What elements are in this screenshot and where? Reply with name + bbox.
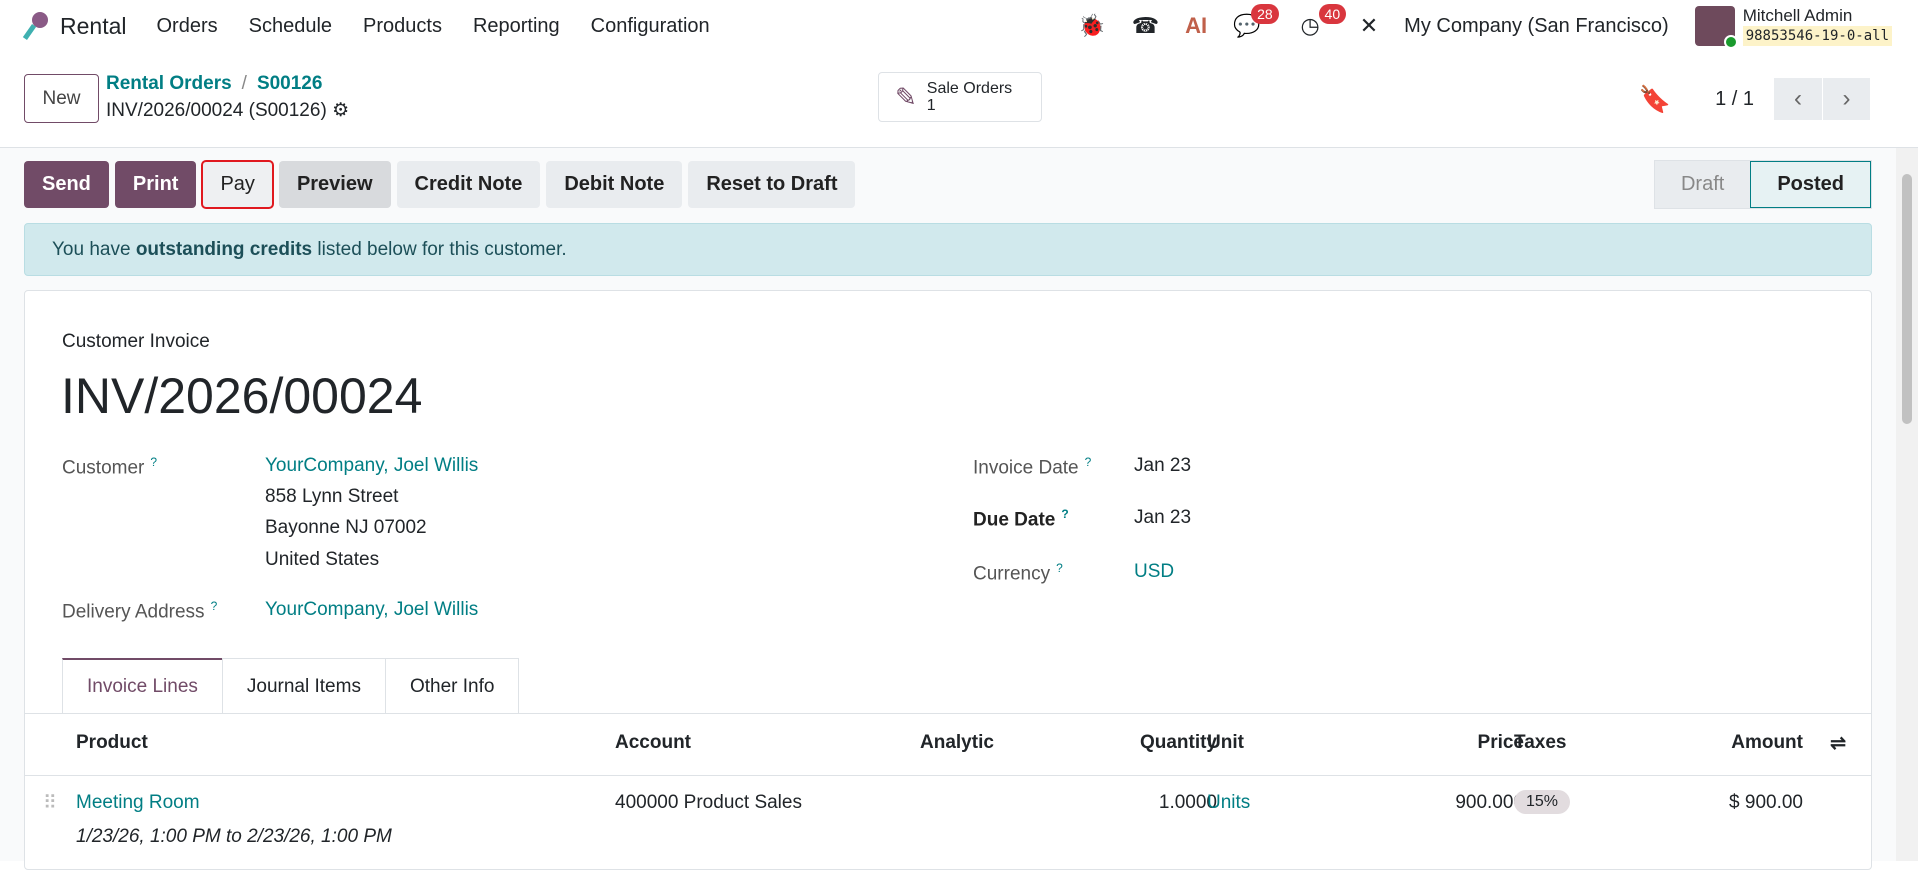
address-line-2: Bayonne NJ 07002 (265, 517, 427, 538)
reset-to-draft-button[interactable]: Reset to Draft (688, 161, 856, 208)
breadcrumb-rental-orders[interactable]: Rental Orders (106, 73, 232, 94)
current-record: INV/2026/00024 (S00126) (106, 100, 327, 121)
pager-next[interactable]: › (1822, 78, 1870, 120)
customer-label: Customer? (62, 455, 158, 479)
currency-link[interactable]: USD (1134, 561, 1174, 583)
send-button[interactable]: Send (24, 161, 109, 208)
tab-invoice-lines[interactable]: Invoice Lines (62, 658, 223, 714)
due-date-field[interactable]: Jan 23 (1134, 507, 1191, 529)
amount-cell: $ 900.00 (1729, 792, 1803, 813)
menu-orders[interactable]: Orders (156, 15, 217, 38)
notebook-tabs: Invoice Lines Journal Items Other Info (62, 658, 520, 714)
rental-app-icon[interactable] (22, 12, 48, 40)
smart-label: Sale Orders (926, 80, 1013, 97)
pager-value[interactable]: 1 / 1 (1715, 88, 1754, 111)
delivery-address-label: Delivery Address? (62, 599, 218, 623)
header-unit[interactable]: Unit (1207, 732, 1244, 754)
chat-icon[interactable]: 💬 28 (1233, 4, 1279, 39)
pager: 🔖 1 / 1 ‹ › (1639, 78, 1870, 120)
preview-button[interactable]: Preview (278, 161, 391, 208)
avatar (1694, 6, 1738, 49)
table-row[interactable]: ⠿ Meeting Room 1/23/26, 1:00 PM to 2/23/… (25, 776, 1871, 856)
product-link[interactable]: Meeting Room (76, 792, 200, 814)
table-header: Product Account Analytic Quantity Unit P… (25, 714, 1871, 776)
invoice-type: Customer Invoice (62, 331, 210, 352)
navbar-systray: 🐞 ☎ AI 💬 28 ◷ 40 ✕ My Company (San Francis… (1078, 0, 1892, 52)
due-date-label: Due Date? (973, 507, 1069, 531)
clock-icon[interactable]: ◷ 40 (1301, 4, 1347, 39)
delivery-address-link[interactable]: YourCompany, Joel Willis (265, 599, 478, 621)
pager-previous[interactable]: ‹ (1774, 78, 1822, 120)
action-buttons: Send Print Pay Preview Credit Note Debit… (24, 160, 856, 209)
alert-bold: outstanding credits (135, 238, 313, 260)
tab-journal-items[interactable]: Journal Items (221, 658, 386, 714)
currency-label: Currency? (973, 561, 1063, 585)
new-button[interactable]: New (24, 74, 99, 123)
user-name: Mitchell Admin (1742, 6, 1853, 25)
ai-icon[interactable]: AI (1185, 13, 1207, 39)
bug-icon[interactable]: 🐞 (1078, 13, 1105, 39)
menu-reporting[interactable]: Reporting (473, 15, 560, 38)
outstanding-credits-alert: You have outstanding credits listed belo… (24, 223, 1872, 276)
credit-note-button[interactable]: Credit Note (396, 161, 541, 208)
print-button[interactable]: Print (114, 161, 197, 208)
scrollbar-thumb[interactable] (1902, 174, 1912, 424)
breadcrumb-s00126[interactable]: S00126 (257, 73, 323, 94)
customer-link[interactable]: YourCompany, Joel Willis (265, 455, 478, 477)
account-cell: 400000 Product Sales (615, 792, 802, 813)
header-amount[interactable]: Amount (1731, 732, 1803, 754)
control-panel: New Rental Orders / S00126 INV/2026/00024 … (0, 52, 1918, 148)
scrollbar[interactable] (1896, 148, 1918, 861)
edit-icon: ✎ (895, 81, 917, 112)
address-line-3: United States (265, 549, 380, 570)
sale-orders-smart-button[interactable]: ✎ Sale Orders 1 (878, 72, 1042, 122)
gear-icon[interactable]: ⚙ (332, 100, 349, 121)
database-name: 98853546-19-0-all (1742, 26, 1892, 46)
invoice-date-field[interactable]: Jan 23 (1134, 455, 1191, 477)
invoice-date-label: Invoice Date? (973, 455, 1092, 479)
menu-products[interactable]: Products (363, 15, 442, 38)
smart-count: 1 (926, 97, 936, 114)
debit-note-button[interactable]: Debit Note (546, 161, 683, 208)
status-draft[interactable]: Draft (1654, 161, 1751, 208)
status-posted[interactable]: Posted (1750, 161, 1871, 208)
optional-columns-icon[interactable]: ⇌ (1830, 732, 1846, 755)
header-taxes[interactable]: Taxes (1514, 732, 1566, 754)
unit-link[interactable]: Units (1207, 792, 1250, 814)
activities-badge: 40 (1318, 4, 1347, 24)
company-switcher[interactable]: My Company (San Francisco) (1404, 15, 1669, 38)
tools-icon[interactable]: ✕ (1360, 13, 1378, 39)
header-account[interactable]: Account (615, 732, 691, 754)
tab-other-info[interactable]: Other Info (384, 658, 520, 714)
bookmark-icon[interactable]: 🔖 (1639, 84, 1671, 115)
invoice-lines-table: Product Account Analytic Quantity Unit P… (25, 713, 1871, 856)
form-view: Send Print Pay Preview Credit Note Debit… (0, 148, 1896, 870)
breadcrumb: Rental Orders / S00126 INV/2026/00024 (S00… (106, 73, 350, 121)
status-bar: Draft Posted (1653, 160, 1872, 209)
user-menu[interactable]: Mitchell Admin 98853546-19-0-all (1694, 6, 1892, 49)
menu-schedule[interactable]: Schedule (249, 15, 332, 38)
invoice-number: INV/2026/00024 (61, 368, 423, 424)
menu-configuration[interactable]: Configuration (591, 15, 710, 38)
line-description: 1/23/26, 1:00 PM to 2/23/26, 1:00 PM (76, 826, 392, 847)
header-product[interactable]: Product (76, 732, 148, 754)
alert-text: You have (52, 238, 136, 260)
app-name[interactable]: Rental (60, 13, 126, 40)
drag-handle-icon[interactable]: ⠿ (43, 792, 57, 815)
alert-text-end: listed below for this customer. (312, 238, 567, 260)
messages-badge: 28 (1251, 4, 1279, 24)
pay-button[interactable]: Pay (201, 160, 274, 209)
header-quantity[interactable]: Quantity (1140, 732, 1217, 754)
address-line-1: 858 Lynn Street (265, 486, 399, 507)
header-analytic[interactable]: Analytic (920, 732, 994, 754)
invoice-sheet: Customer Invoice INV/2026/00024 Customer… (24, 290, 1872, 870)
tax-badge: 15% (1514, 790, 1571, 814)
phone-icon[interactable]: ☎ (1132, 13, 1159, 39)
